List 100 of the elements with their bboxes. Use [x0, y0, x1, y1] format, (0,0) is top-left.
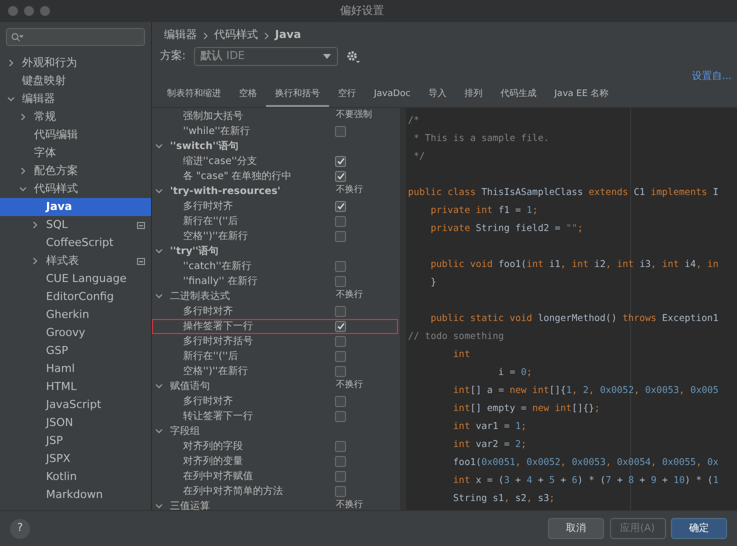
- sidebar-item[interactable]: 外观和行为: [0, 54, 151, 72]
- tab[interactable]: JavaDoc: [365, 85, 420, 106]
- set-from-link[interactable]: 设置自...: [692, 69, 732, 83]
- checkbox[interactable]: [335, 276, 346, 286]
- sidebar-item[interactable]: 代码编辑: [0, 126, 151, 144]
- sidebar-item[interactable]: Haml: [0, 360, 151, 378]
- checkbox[interactable]: [335, 260, 346, 272]
- option-label: 多行时对齐括号: [183, 334, 253, 348]
- settings-icon[interactable]: [346, 50, 360, 64]
- tab[interactable]: 空格: [230, 85, 266, 106]
- checkbox[interactable]: [335, 306, 346, 316]
- code-line: // todo something: [407, 330, 505, 344]
- sidebar-item[interactable]: Kotlin: [0, 468, 151, 486]
- checkbox[interactable]: [335, 170, 346, 182]
- checkbox[interactable]: [335, 200, 346, 212]
- tab[interactable]: Java EE 名称: [545, 85, 618, 106]
- tab[interactable]: 空行: [329, 85, 365, 106]
- checkbox[interactable]: [335, 126, 346, 136]
- close-icon[interactable]: [8, 6, 18, 16]
- checkbox[interactable]: [335, 486, 346, 496]
- code-line: int var1 = 1;: [452, 420, 528, 434]
- chevron-icon: [203, 32, 208, 40]
- sidebar-item[interactable]: 配色方案: [0, 162, 151, 180]
- sidebar-item[interactable]: 编辑器: [0, 90, 151, 108]
- checkbox[interactable]: [335, 366, 346, 376]
- option-label: 缩进''case''分支: [183, 154, 257, 168]
- group-label: ''try''语句: [170, 244, 218, 258]
- checkbox[interactable]: [335, 440, 346, 452]
- sidebar-item[interactable]: Groovy: [0, 324, 151, 342]
- help-button[interactable]: ?: [10, 518, 30, 538]
- checkbox[interactable]: [335, 350, 346, 362]
- checkbox[interactable]: [335, 410, 346, 422]
- option-value[interactable]: 不换行: [336, 184, 398, 198]
- checkbox[interactable]: [335, 320, 346, 332]
- code-line: String s1, s2, s3;: [452, 492, 556, 506]
- tab[interactable]: 代码生成: [491, 85, 546, 106]
- option-label: 在列中对齐赋值: [183, 470, 253, 484]
- option-label: 操作签署下一行: [183, 320, 253, 334]
- breadcrumb-item: Java: [275, 27, 302, 44]
- sidebar-item[interactable]: CoffeeScript: [0, 234, 151, 252]
- group-label: 二进制表达式: [170, 290, 230, 304]
- option-label: 强制加大括号: [183, 110, 243, 124]
- sidebar-item[interactable]: Gherkin: [0, 306, 151, 324]
- code-line: private int f1 = 1;: [430, 204, 539, 218]
- breadcrumb-item[interactable]: 编辑器: [164, 27, 197, 44]
- sidebar-item[interactable]: JavaScript: [0, 396, 151, 414]
- sidebar-item[interactable]: JSP: [0, 432, 151, 450]
- checkbox[interactable]: [335, 336, 346, 346]
- tab[interactable]: 制表符和缩进: [158, 85, 230, 106]
- sidebar-item[interactable]: 键盘映射: [0, 72, 151, 90]
- code-line: public void foo1(int i1, int i2, int i3, int i4, in: [430, 258, 720, 272]
- scheme-value: 默认 IDE: [200, 49, 245, 62]
- checkbox[interactable]: [335, 396, 346, 406]
- sidebar-item[interactable]: HTML: [0, 378, 151, 396]
- sidebar-item[interactable]: 样式表: [0, 252, 151, 270]
- sidebar-item[interactable]: 常规: [0, 108, 151, 126]
- option-label: 空格'')''在新行: [183, 230, 248, 244]
- option-value[interactable]: 不要强制: [336, 109, 398, 123]
- checkbox[interactable]: [335, 470, 346, 482]
- checkbox[interactable]: [335, 216, 346, 226]
- cancel-button[interactable]: 取消: [548, 518, 604, 539]
- code-line: i = 0;: [497, 366, 534, 380]
- option-label: 多行时对齐: [183, 394, 233, 408]
- search-field[interactable]: [6, 28, 145, 46]
- code-line: public class ThisIsASampleClass extends C1 implements I: [407, 186, 720, 200]
- ok-button[interactable]: 确定: [671, 518, 727, 539]
- tab[interactable]: 导入: [419, 85, 456, 106]
- group-label: 赋值语句: [170, 380, 210, 394]
- window-title: 偏好设置: [340, 2, 384, 19]
- sidebar-item[interactable]: EditorConfig: [0, 288, 151, 306]
- zoom-icon[interactable]: [40, 6, 50, 16]
- checkbox[interactable]: [335, 156, 346, 166]
- breadcrumb-item[interactable]: 代码样式: [214, 27, 258, 44]
- code-line: int: [452, 348, 472, 362]
- sidebar-item[interactable]: SQL: [0, 216, 151, 234]
- code-line: */: [412, 150, 426, 164]
- group-label: ''switch''语句: [170, 140, 239, 154]
- sidebar-item[interactable]: Java: [0, 198, 151, 216]
- sidebar-item[interactable]: 字体: [0, 144, 151, 162]
- tab[interactable]: 排列: [455, 85, 492, 106]
- option-label: ''finally'' 在新行: [183, 274, 258, 288]
- checkbox[interactable]: [335, 230, 346, 242]
- sidebar-item[interactable]: GSP: [0, 342, 151, 360]
- option-value[interactable]: 不换行: [336, 289, 398, 303]
- option-label: 空格'')''在新行: [183, 364, 248, 378]
- tab[interactable]: 换行和括号: [266, 85, 329, 106]
- option-value[interactable]: 不换行: [336, 379, 398, 393]
- sidebar-item[interactable]: CUE Language: [0, 270, 151, 288]
- checkbox[interactable]: [335, 456, 346, 466]
- sidebar-item[interactable]: Markdown: [0, 486, 151, 504]
- code-line: foo1(0x0051, 0x0052, 0x0053, 0x0054, 0x0055, 0x: [452, 456, 720, 470]
- sidebar-item[interactable]: JSPX: [0, 450, 151, 468]
- sidebar-item[interactable]: 代码样式: [0, 180, 151, 198]
- option-value[interactable]: 不换行: [336, 499, 398, 510]
- option-label: 转让签署下一行: [183, 410, 253, 424]
- option-label: ''while''在新行: [183, 124, 250, 138]
- minimize-icon[interactable]: [24, 6, 34, 16]
- scheme-dropdown[interactable]: 默认 IDE: [194, 47, 338, 66]
- option-label: 新行在''(''后: [183, 214, 238, 228]
- sidebar-item[interactable]: JSON: [0, 414, 151, 432]
